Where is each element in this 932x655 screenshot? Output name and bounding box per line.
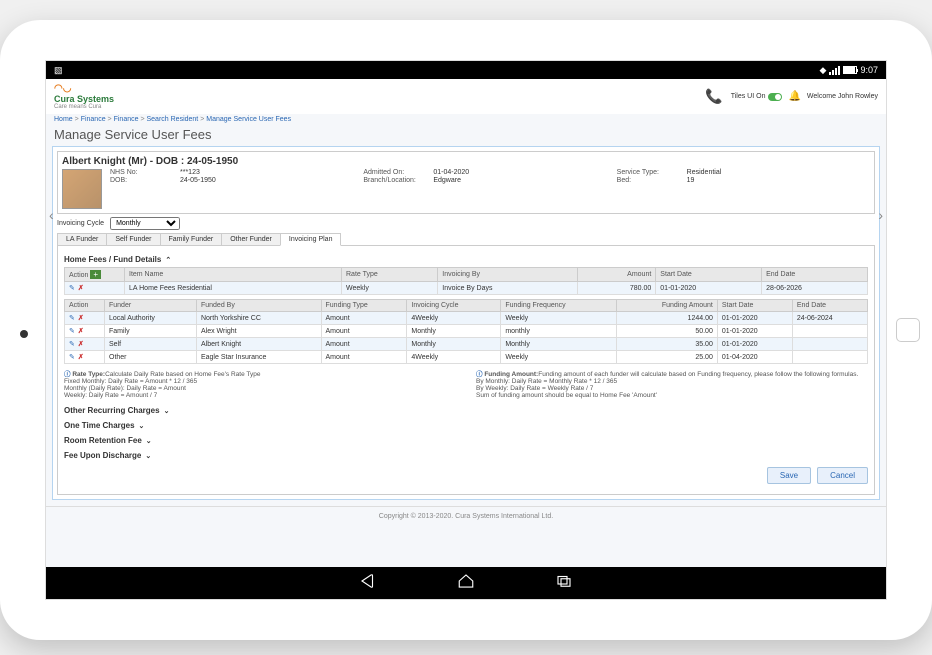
notification-bell-icon[interactable]: 🔔 bbox=[788, 91, 800, 102]
cancel-button[interactable]: Cancel bbox=[817, 467, 868, 484]
delete-icon[interactable]: ✗ bbox=[78, 341, 84, 348]
tab-self-funder[interactable]: Self Funder bbox=[106, 233, 160, 246]
welcome-user[interactable]: Welcome John Rowley bbox=[807, 93, 878, 100]
home-fees-table: Action + Item Name Rate Type Invoicing B… bbox=[64, 267, 868, 295]
tiles-ui-label: Tiles UI On bbox=[731, 93, 766, 100]
delete-icon[interactable]: ✗ bbox=[78, 285, 84, 292]
clock-time: 9:07 bbox=[860, 65, 878, 75]
section-retention[interactable]: Room Retention Fee⌄ bbox=[64, 433, 868, 448]
user-name-line: Albert Knight (Mr) - DOB : 24-05-1950 bbox=[62, 156, 870, 167]
info-icon: ⓘ bbox=[476, 371, 483, 378]
tab-other-funder[interactable]: Other Funder bbox=[221, 233, 281, 246]
android-nav-bar bbox=[46, 567, 886, 599]
prev-user-arrow[interactable]: ‹ bbox=[49, 207, 54, 223]
screenshot-icon: ▧ bbox=[54, 65, 63, 76]
wifi-icon: ◆ bbox=[820, 65, 827, 76]
tab-invoicing-plan[interactable]: Invoicing Plan bbox=[280, 233, 342, 246]
breadcrumb-item[interactable]: Home bbox=[54, 116, 73, 123]
section-onetime[interactable]: One Time Charges⌄ bbox=[64, 418, 868, 433]
home-button[interactable] bbox=[457, 572, 475, 595]
tab-family-funder[interactable]: Family Funder bbox=[160, 233, 223, 246]
breadcrumb-item: Manage Service User Fees bbox=[206, 116, 291, 123]
tab-la-funder[interactable]: LA Funder bbox=[57, 233, 107, 246]
section-recurring[interactable]: Other Recurring Charges⌄ bbox=[64, 403, 868, 418]
recent-apps-button[interactable] bbox=[555, 572, 573, 595]
invoicing-cycle-label: Invoicing Cycle bbox=[57, 220, 104, 227]
rate-type-note: ⓘ Rate Type:Calculate Daily Rate based o… bbox=[64, 368, 456, 399]
tablet-home-button[interactable] bbox=[896, 318, 920, 342]
chevron-up-icon: ⌃ bbox=[165, 257, 171, 264]
signal-icon bbox=[829, 66, 840, 75]
phone-icon[interactable]: 📞 bbox=[705, 88, 722, 105]
user-photo bbox=[62, 169, 102, 209]
chevron-down-icon: ⌄ bbox=[139, 423, 145, 430]
section-discharge[interactable]: Fee Upon Discharge⌄ bbox=[64, 448, 868, 463]
invoicing-cycle-select[interactable]: Monthly bbox=[110, 217, 180, 230]
back-button[interactable] bbox=[359, 572, 377, 595]
edit-icon[interactable]: ✎ bbox=[69, 341, 75, 348]
funders-table: Action Funder Funded By Funding Type Inv… bbox=[64, 299, 868, 364]
breadcrumb-item[interactable]: Finance bbox=[81, 116, 106, 123]
add-row-button[interactable]: + bbox=[90, 270, 101, 279]
delete-icon[interactable]: ✗ bbox=[78, 354, 84, 361]
table-row: ✎✗ LA Home Fees Residential Weekly Invoi… bbox=[65, 282, 868, 295]
save-button[interactable]: Save bbox=[767, 467, 811, 484]
table-row: ✎✗ Self Albert Knight Amount Monthly Mon… bbox=[65, 338, 868, 351]
section-home-fees[interactable]: Home Fees / Fund Details⌃ bbox=[64, 252, 868, 267]
battery-icon bbox=[843, 66, 857, 74]
page-title: Manage Service User Fees bbox=[46, 125, 886, 144]
next-user-arrow[interactable]: › bbox=[878, 207, 883, 223]
tablet-camera bbox=[20, 330, 28, 338]
delete-icon[interactable]: ✗ bbox=[78, 315, 84, 322]
app-logo[interactable]: ◠◡ Cura Systems Care means Cura bbox=[54, 83, 114, 110]
breadcrumb: Home > Finance > Finance > Search Reside… bbox=[46, 114, 886, 125]
table-row: ✎✗ Local Authority North Yorkshire CC Am… bbox=[65, 312, 868, 325]
edit-icon[interactable]: ✎ bbox=[69, 285, 75, 292]
edit-icon[interactable]: ✎ bbox=[69, 354, 75, 361]
table-row: ✎✗ Family Alex Wright Amount Monthly mon… bbox=[65, 325, 868, 338]
chevron-down-icon: ⌄ bbox=[146, 438, 152, 445]
edit-icon[interactable]: ✎ bbox=[69, 315, 75, 322]
funding-amount-note: ⓘ Funding Amount:Funding amount of each … bbox=[476, 368, 868, 399]
copyright-footer: Copyright © 2013-2020. Cura Systems Inte… bbox=[46, 506, 886, 526]
breadcrumb-item[interactable]: Finance bbox=[114, 116, 139, 123]
info-icon: ⓘ bbox=[64, 371, 71, 378]
chevron-down-icon: ⌄ bbox=[145, 453, 151, 460]
tiles-ui-toggle[interactable] bbox=[768, 93, 782, 101]
chevron-down-icon: ⌄ bbox=[164, 408, 170, 415]
edit-icon[interactable]: ✎ bbox=[69, 328, 75, 335]
delete-icon[interactable]: ✗ bbox=[78, 328, 84, 335]
breadcrumb-item[interactable]: Search Resident bbox=[147, 116, 199, 123]
android-status-bar: ▧ ◆ 9:07 bbox=[46, 61, 886, 79]
table-row: ✎✗ Other Eagle Star Insurance Amount 4We… bbox=[65, 351, 868, 364]
